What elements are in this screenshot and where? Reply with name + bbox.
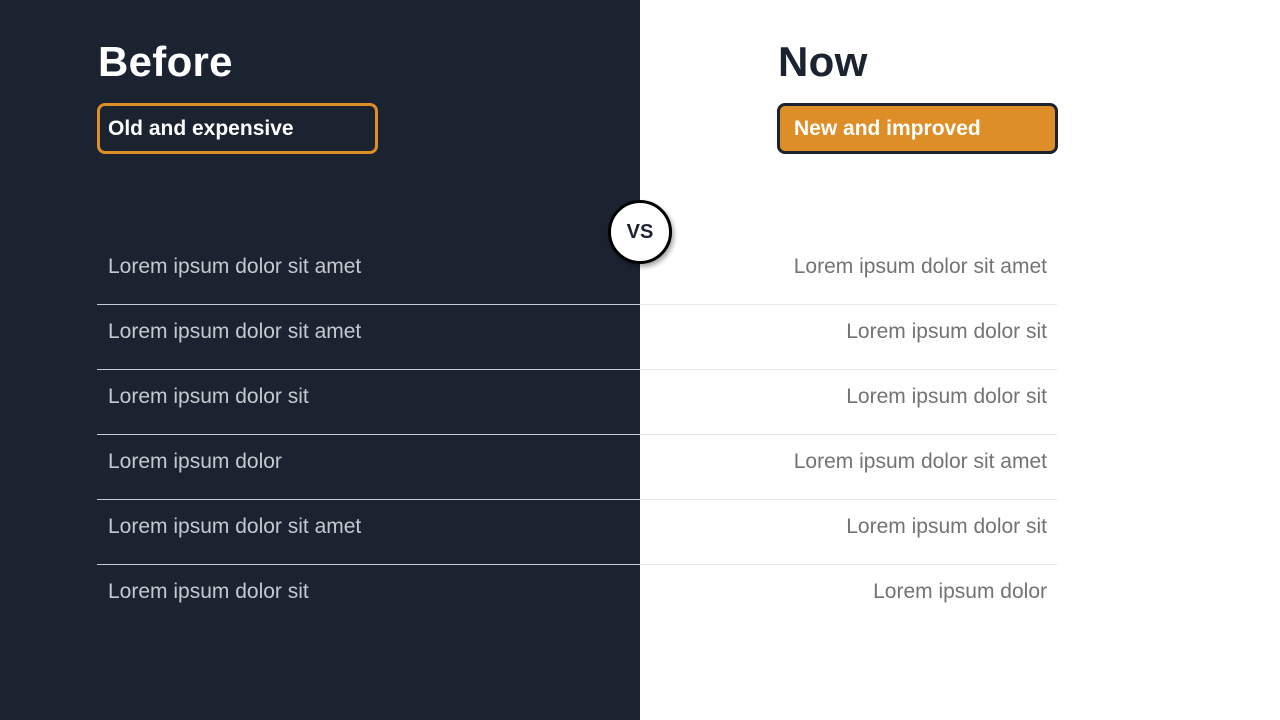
vs-label: VS [626,220,654,243]
before-list-item: Lorem ipsum dolor sit [97,370,640,435]
vs-circle: VS [608,200,672,264]
now-list-item: Lorem ipsum dolor sit amet [640,435,1057,500]
before-title: Before [98,38,233,85]
before-list-item: Lorem ipsum dolor sit amet [97,240,640,305]
before-list-item: Lorem ipsum dolor [97,435,640,500]
before-list-item: Lorem ipsum dolor sit [108,580,309,603]
before-badge: Old and expensive [97,103,378,154]
now-list-item: Lorem ipsum dolor sit [640,370,1057,435]
now-list-item: Lorem ipsum dolor [873,580,1047,603]
now-list-item: Lorem ipsum dolor sit [640,500,1057,565]
before-list-item: Lorem ipsum dolor sit amet [97,305,640,370]
now-badge: New and improved [777,103,1058,154]
before-list-item: Lorem ipsum dolor sit amet [97,500,640,565]
now-list-item: Lorem ipsum dolor sit amet [640,240,1057,305]
now-title: Now [778,38,868,85]
now-list-item: Lorem ipsum dolor sit [640,305,1057,370]
